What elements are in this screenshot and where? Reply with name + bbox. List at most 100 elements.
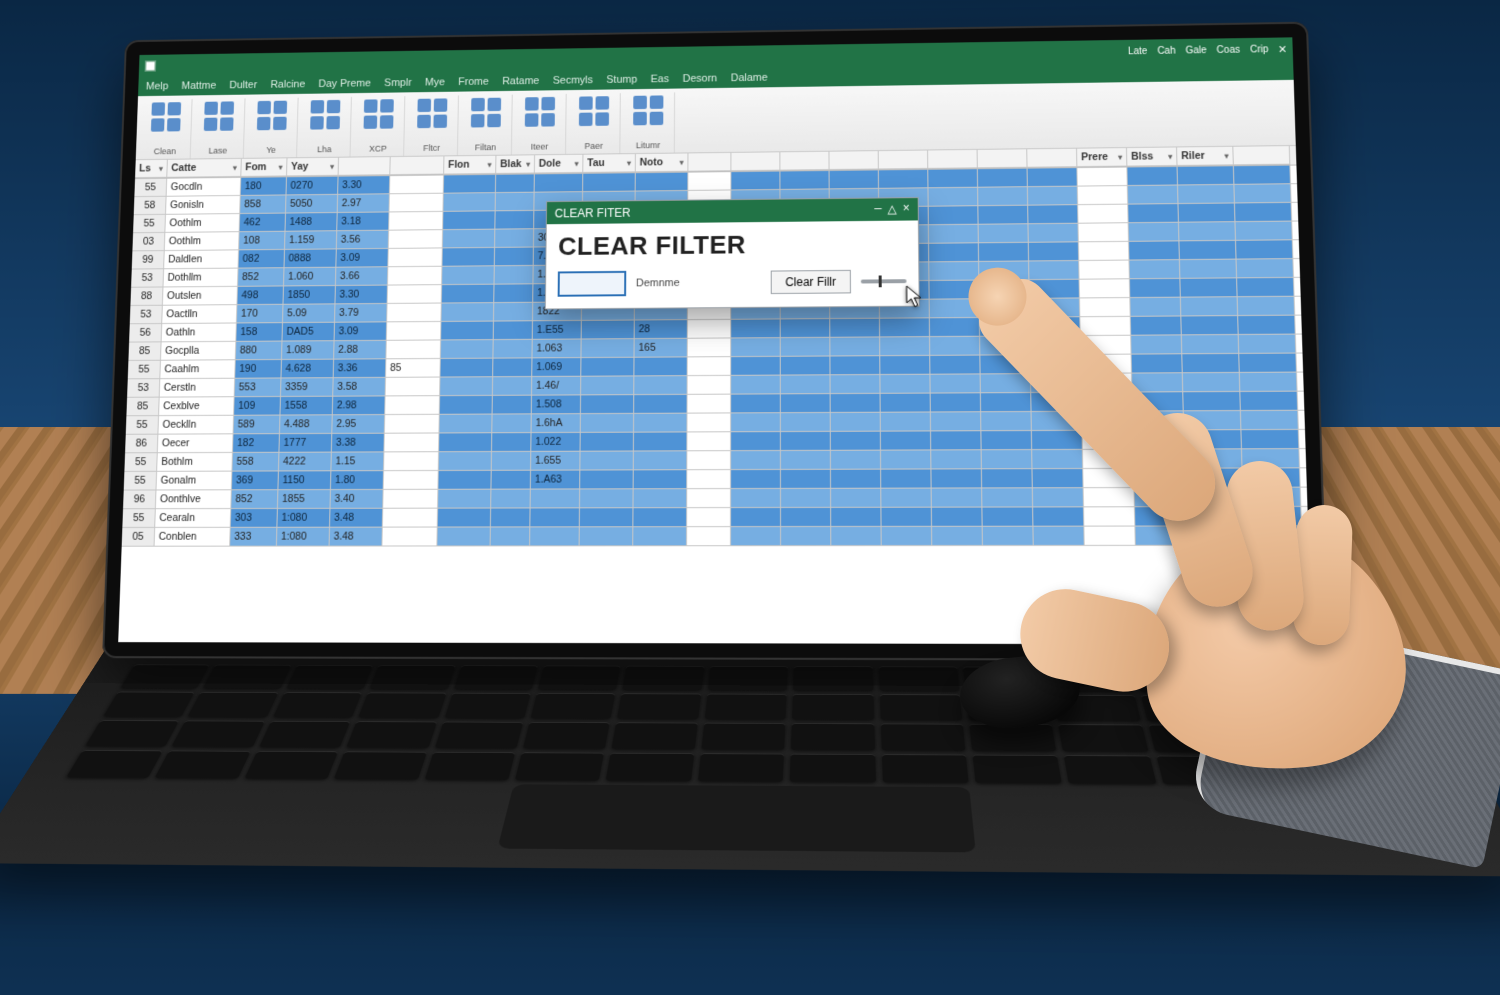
cell[interactable] [493,396,532,415]
cell[interactable] [831,375,881,394]
cell[interactable] [1183,373,1241,392]
cell[interactable] [688,172,731,191]
ribbon-group[interactable]: Ye [246,98,299,158]
cell[interactable]: 462 [240,214,286,233]
menu-item[interactable]: Ralcine [270,79,305,91]
cell[interactable] [580,470,634,489]
titlebar-item[interactable]: Late [1128,46,1148,57]
cell[interactable] [1030,336,1081,355]
cell[interactable] [882,527,933,546]
cell[interactable] [1179,241,1236,260]
titlebar-item[interactable]: Cah [1157,45,1176,56]
cell[interactable] [731,413,781,432]
cell[interactable] [781,394,831,413]
cell[interactable] [1239,335,1297,354]
cell[interactable] [731,508,781,527]
cell[interactable] [1297,372,1312,391]
cell[interactable] [390,175,444,194]
cell[interactable] [1183,392,1241,411]
cell[interactable] [981,374,1032,393]
table-row[interactable]: 55Bothlm55842221.151.655 [124,449,1306,472]
column-header[interactable]: Tau [583,154,636,173]
cell[interactable] [1132,373,1183,392]
dialog-field[interactable] [558,271,627,297]
column-header[interactable]: Fom [241,158,287,177]
row-number[interactable]: 99 [132,251,165,269]
cell[interactable] [634,470,688,489]
cell[interactable] [1186,488,1244,507]
cell[interactable]: Conblen [155,528,231,547]
cell[interactable] [442,285,495,304]
cell[interactable] [1293,240,1312,259]
cell[interactable] [880,337,930,356]
cell[interactable] [1179,222,1236,241]
column-header[interactable] [928,150,978,169]
cell[interactable] [1083,450,1134,469]
cell[interactable] [492,452,532,471]
cell[interactable] [831,394,881,413]
cell[interactable] [496,193,535,212]
cell[interactable]: 3.79 [335,304,388,323]
cell[interactable]: 180 [241,177,287,196]
cell[interactable] [439,433,492,452]
cell[interactable]: 4222 [279,453,332,472]
cell[interactable] [440,359,493,378]
cell[interactable]: 2.98 [333,396,386,415]
cell[interactable] [982,450,1033,469]
cell[interactable] [491,527,531,546]
row-number[interactable]: 55 [124,472,157,491]
cell[interactable] [688,320,731,339]
cell[interactable]: 852 [238,268,285,287]
cell[interactable] [1078,223,1129,242]
ribbon-group[interactable]: Litumr [622,92,675,153]
cell[interactable] [731,172,780,191]
column-header[interactable] [390,156,444,175]
cell[interactable] [979,224,1029,243]
cell[interactable]: Oothlm [165,214,240,233]
cell[interactable] [1302,526,1312,545]
table-row[interactable]: 96Oonthlve85218553.40 [123,488,1307,510]
cell[interactable] [1082,431,1133,450]
cell[interactable]: 1855 [278,490,331,509]
cell[interactable] [781,508,831,527]
cell[interactable]: 1.089 [282,341,335,360]
cell[interactable] [980,336,1031,355]
cell[interactable]: Caahlm [160,360,235,379]
cell[interactable] [1236,240,1293,259]
cell[interactable] [1080,317,1131,336]
cell[interactable] [1239,354,1297,373]
cell[interactable]: Cexblve [159,397,235,416]
cell[interactable] [781,527,831,546]
ribbon-group[interactable]: XCP [352,96,405,156]
cell[interactable] [1029,261,1079,280]
cell[interactable] [1030,317,1081,336]
row-number[interactable]: 05 [122,528,156,547]
cell[interactable]: 1.655 [531,452,580,471]
cell[interactable] [495,248,534,267]
cell[interactable] [384,433,439,452]
cell[interactable] [1292,221,1312,240]
cell[interactable]: 3.30 [335,286,388,305]
cell[interactable]: 1.069 [532,358,581,377]
cell[interactable] [1133,430,1184,449]
column-header[interactable] [731,152,780,171]
cell[interactable] [634,451,688,470]
cell[interactable] [1240,373,1298,392]
cell[interactable] [1295,296,1312,315]
cell[interactable] [980,318,1030,337]
cell[interactable]: 1.A63 [531,471,581,490]
cell[interactable] [879,170,929,189]
dialog-close-icon[interactable]: × [903,202,910,217]
cell[interactable] [1032,412,1083,431]
cell[interactable] [494,284,533,303]
cell[interactable] [687,413,731,432]
cell[interactable] [931,450,982,469]
cell[interactable]: 165 [634,339,687,358]
cell[interactable] [687,527,731,546]
cell[interactable] [831,508,881,527]
cell[interactable] [687,489,731,508]
cell[interactable] [982,507,1033,526]
cell[interactable] [1029,242,1079,261]
row-number[interactable]: 55 [122,509,155,528]
cell[interactable] [1178,185,1235,204]
